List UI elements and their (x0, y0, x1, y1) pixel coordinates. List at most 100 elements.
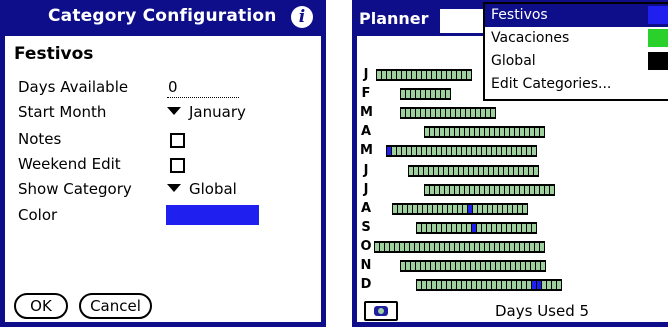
day-cell[interactable] (442, 147, 446, 155)
month-bar[interactable] (374, 241, 545, 253)
day-cell[interactable] (457, 71, 461, 79)
holiday-day-cell[interactable] (472, 224, 476, 232)
day-cell[interactable] (557, 281, 561, 289)
day-cell[interactable] (500, 243, 504, 251)
category-selector-field[interactable] (440, 9, 486, 33)
day-cell[interactable] (446, 109, 450, 117)
day-cell[interactable] (509, 167, 513, 175)
day-cell[interactable] (481, 262, 485, 270)
notes-checkbox[interactable] (170, 133, 185, 148)
day-cell[interactable] (529, 167, 533, 175)
day-cell[interactable] (504, 167, 508, 175)
day-cell[interactable] (427, 281, 431, 289)
day-cell[interactable] (392, 147, 396, 155)
day-cell[interactable] (510, 243, 514, 251)
day-cell[interactable] (421, 90, 425, 98)
day-cell[interactable] (514, 167, 518, 175)
month-bar[interactable] (416, 222, 537, 234)
day-cell[interactable] (400, 243, 404, 251)
day-cell[interactable] (470, 128, 474, 136)
day-cell[interactable] (447, 281, 451, 289)
holiday-day-cell[interactable] (387, 147, 391, 155)
day-cell[interactable] (387, 71, 391, 79)
day-cell[interactable] (421, 262, 425, 270)
day-cell[interactable] (402, 71, 406, 79)
day-cell[interactable] (502, 224, 506, 232)
day-cell[interactable] (501, 262, 505, 270)
day-cell[interactable] (460, 186, 464, 194)
day-cell[interactable] (424, 167, 428, 175)
day-cell[interactable] (453, 205, 457, 213)
start-month-select[interactable]: January (167, 103, 246, 121)
day-cell[interactable] (390, 243, 394, 251)
day-cell[interactable] (507, 224, 511, 232)
day-cell[interactable] (412, 147, 416, 155)
holiday-day-cell[interactable] (537, 281, 541, 289)
day-cell[interactable] (525, 128, 529, 136)
day-cell[interactable] (446, 262, 450, 270)
day-cell[interactable] (477, 147, 481, 155)
day-cell[interactable] (545, 186, 549, 194)
day-cell[interactable] (475, 128, 479, 136)
day-cell[interactable] (502, 147, 506, 155)
day-cell[interactable] (486, 262, 490, 270)
day-cell[interactable] (438, 205, 442, 213)
day-cell[interactable] (465, 128, 469, 136)
day-cell[interactable] (540, 128, 544, 136)
day-cell[interactable] (532, 147, 536, 155)
day-cell[interactable] (476, 262, 480, 270)
day-cell[interactable] (490, 128, 494, 136)
day-cell[interactable] (494, 167, 498, 175)
day-cell[interactable] (466, 109, 470, 117)
day-cell[interactable] (487, 224, 491, 232)
menu-item-festivos[interactable]: Festivos (485, 4, 668, 27)
day-cell[interactable] (452, 147, 456, 155)
day-cell[interactable] (540, 243, 544, 251)
day-cell[interactable] (508, 205, 512, 213)
day-cell[interactable] (421, 109, 425, 117)
day-cell[interactable] (486, 109, 490, 117)
day-cell[interactable] (469, 167, 473, 175)
day-cell[interactable] (492, 147, 496, 155)
day-cell[interactable] (470, 243, 474, 251)
day-cell[interactable] (457, 281, 461, 289)
day-cell[interactable] (437, 281, 441, 289)
day-cell[interactable] (519, 167, 523, 175)
day-cell[interactable] (503, 205, 507, 213)
day-cell[interactable] (398, 205, 402, 213)
day-cell[interactable] (407, 71, 411, 79)
day-cell[interactable] (472, 281, 476, 289)
day-cell[interactable] (450, 243, 454, 251)
day-cell[interactable] (467, 281, 471, 289)
day-cell[interactable] (420, 243, 424, 251)
day-cell[interactable] (406, 109, 410, 117)
day-cell[interactable] (512, 224, 516, 232)
day-cell[interactable] (425, 128, 429, 136)
day-cell[interactable] (498, 205, 502, 213)
day-cell[interactable] (493, 205, 497, 213)
day-cell[interactable] (492, 224, 496, 232)
day-cell[interactable] (447, 147, 451, 155)
menu-item-global[interactable]: Global (485, 50, 668, 73)
day-cell[interactable] (527, 281, 531, 289)
day-cell[interactable] (487, 281, 491, 289)
day-cell[interactable] (505, 243, 509, 251)
day-cell[interactable] (447, 71, 451, 79)
day-cell[interactable] (497, 147, 501, 155)
info-icon[interactable]: i (291, 6, 313, 28)
day-cell[interactable] (417, 71, 421, 79)
day-cell[interactable] (482, 147, 486, 155)
day-cell[interactable] (431, 90, 435, 98)
day-cell[interactable] (406, 262, 410, 270)
day-cell[interactable] (479, 167, 483, 175)
day-cell[interactable] (552, 281, 556, 289)
day-cell[interactable] (441, 90, 445, 98)
day-cell[interactable] (525, 243, 529, 251)
day-cell[interactable] (403, 205, 407, 213)
day-cell[interactable] (505, 128, 509, 136)
day-cell[interactable] (405, 243, 409, 251)
day-cell[interactable] (401, 262, 405, 270)
day-cell[interactable] (462, 281, 466, 289)
day-cell[interactable] (422, 281, 426, 289)
day-cell[interactable] (441, 109, 445, 117)
